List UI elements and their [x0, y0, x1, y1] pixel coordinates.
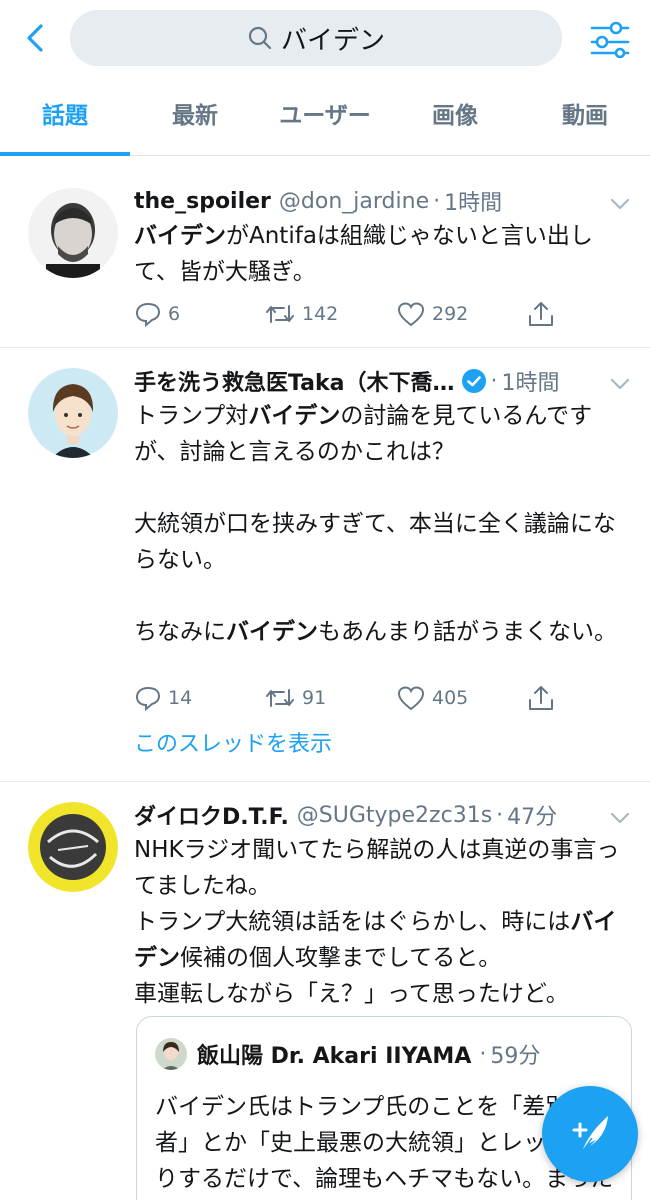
author-name[interactable]: the_spoiler: [134, 189, 271, 214]
text-segment: 候補の個人攻撃までしてると。 車運転しながら「え？」って思ったけど。: [134, 945, 569, 1007]
reply-icon: [135, 686, 161, 712]
retweet-button[interactable]: 91: [264, 678, 326, 718]
tab-people[interactable]: ユーザー: [260, 90, 390, 156]
show-thread-link[interactable]: このスレッドを表示: [134, 726, 332, 758]
tweet-header: the_spoiler @don_jardine · 1時間: [134, 184, 630, 218]
heart-icon: [397, 302, 425, 327]
retweet-count: 91: [302, 687, 327, 709]
highlight: バイデン: [248, 403, 341, 429]
share-icon: [529, 686, 553, 710]
separator: ·: [479, 1041, 487, 1067]
highlight: バイデン: [226, 619, 318, 645]
quoted-tweet-header: 飯山陽 Dr. Akari IIYAMA · 59分: [155, 1038, 541, 1070]
compose-feather-icon: [572, 1116, 608, 1153]
chevron-left-icon: [27, 24, 43, 52]
share-button[interactable]: [526, 678, 562, 718]
tweet-time: 1時間: [444, 191, 503, 216]
tab-videos[interactable]: 動画: [520, 90, 650, 156]
avatar[interactable]: [28, 188, 118, 278]
search-icon: [248, 26, 272, 50]
like-button[interactable]: 292: [396, 294, 468, 334]
author-name[interactable]: ダイロクD.T.F.: [134, 799, 289, 831]
highlight: バイデン: [134, 223, 226, 249]
reply-count: 14: [168, 687, 193, 709]
author-name[interactable]: 手を洗う救急医Taka（木下喬…: [134, 365, 455, 397]
tweet-header: ダイロクD.T.F. @SUGtype2zc31s · 47分: [134, 798, 630, 832]
tweet-actions: 14 91 405: [134, 678, 574, 718]
tab-top[interactable]: 話題: [0, 90, 130, 156]
avatar[interactable]: [28, 802, 118, 892]
chevron-down-icon[interactable]: [606, 190, 634, 218]
share-icon: [529, 302, 553, 326]
back-button[interactable]: [18, 20, 54, 56]
quoted-tweet-time: 59分: [490, 1044, 541, 1069]
tweet-text: NHKラジオ聞いてたら解説の人は真逆の事言ってましたね。 トランプ大統領は話をは…: [134, 832, 629, 1012]
verified-badge-icon: [461, 369, 486, 393]
retweet-count: 142: [302, 303, 339, 325]
reply-button[interactable]: 14: [134, 678, 192, 718]
tweet-text: バイデンがAntifaは組織じゃないと言い出して、皆が大騒ぎ。: [134, 218, 629, 290]
tweet-time: 47分: [507, 805, 558, 830]
search-filter-button[interactable]: [588, 18, 632, 59]
avatar: [155, 1038, 187, 1070]
share-button[interactable]: [526, 294, 562, 334]
chevron-down-icon[interactable]: [606, 804, 634, 832]
tweet-actions: 6 142 292: [134, 294, 574, 334]
search-header: バイデン 話題 最新 ユーザー 画像 動画: [0, 0, 650, 156]
chevron-down-icon[interactable]: [606, 370, 634, 398]
separator: ·: [496, 802, 504, 828]
avatar[interactable]: [28, 368, 118, 458]
like-button[interactable]: 405: [396, 678, 468, 718]
reply-icon: [135, 302, 161, 328]
tab-photos[interactable]: 画像: [390, 90, 520, 156]
separator: ·: [490, 368, 498, 394]
search-input[interactable]: バイデン: [70, 10, 562, 66]
author-handle[interactable]: @don_jardine: [279, 189, 429, 214]
search-tabs: 話題 最新 ユーザー 画像 動画: [0, 90, 650, 156]
compose-tweet-button[interactable]: [542, 1086, 638, 1182]
tab-latest[interactable]: 最新: [130, 90, 260, 156]
retweet-button[interactable]: 142: [264, 294, 338, 334]
heart-icon: [397, 686, 425, 711]
search-query: バイデン: [280, 25, 385, 56]
text-segment: トランプ対: [134, 403, 249, 429]
retweet-icon: [266, 305, 294, 323]
reply-button[interactable]: 6: [134, 294, 180, 334]
separator: ·: [433, 188, 441, 214]
author-handle[interactable]: @SUGtype2zc31s: [297, 803, 492, 828]
text-segment: NHKラジオ聞いてたら解説の人は真逆の事言ってましたね。 トランプ大統領は話をは…: [134, 837, 620, 935]
tweet-time: 1時間: [501, 371, 560, 396]
tweet-header: 手を洗う救急医Taka（木下喬… · 1時間: [134, 364, 630, 398]
quoted-author-name: 飯山陽 Dr. Akari IIYAMA: [197, 1044, 472, 1069]
tweet-text: トランプ対バイデンの討論を見ているんですが、討論と言えるのかこれは？ 大統領が口…: [134, 398, 629, 650]
text-segment: もあんまり話がうまくない。: [318, 619, 617, 645]
like-count: 405: [432, 687, 469, 709]
retweet-icon: [266, 689, 294, 707]
tweet-item[interactable]: 手を洗う救急医Taka（木下喬… · 1時間 トランプ対バイデンの討論を見ている…: [0, 348, 650, 782]
tweet-item[interactable]: the_spoiler @don_jardine · 1時間 バイデンがAnti…: [0, 168, 650, 348]
reply-count: 6: [168, 303, 181, 325]
sliders-icon: [590, 21, 630, 59]
like-count: 292: [432, 303, 469, 325]
